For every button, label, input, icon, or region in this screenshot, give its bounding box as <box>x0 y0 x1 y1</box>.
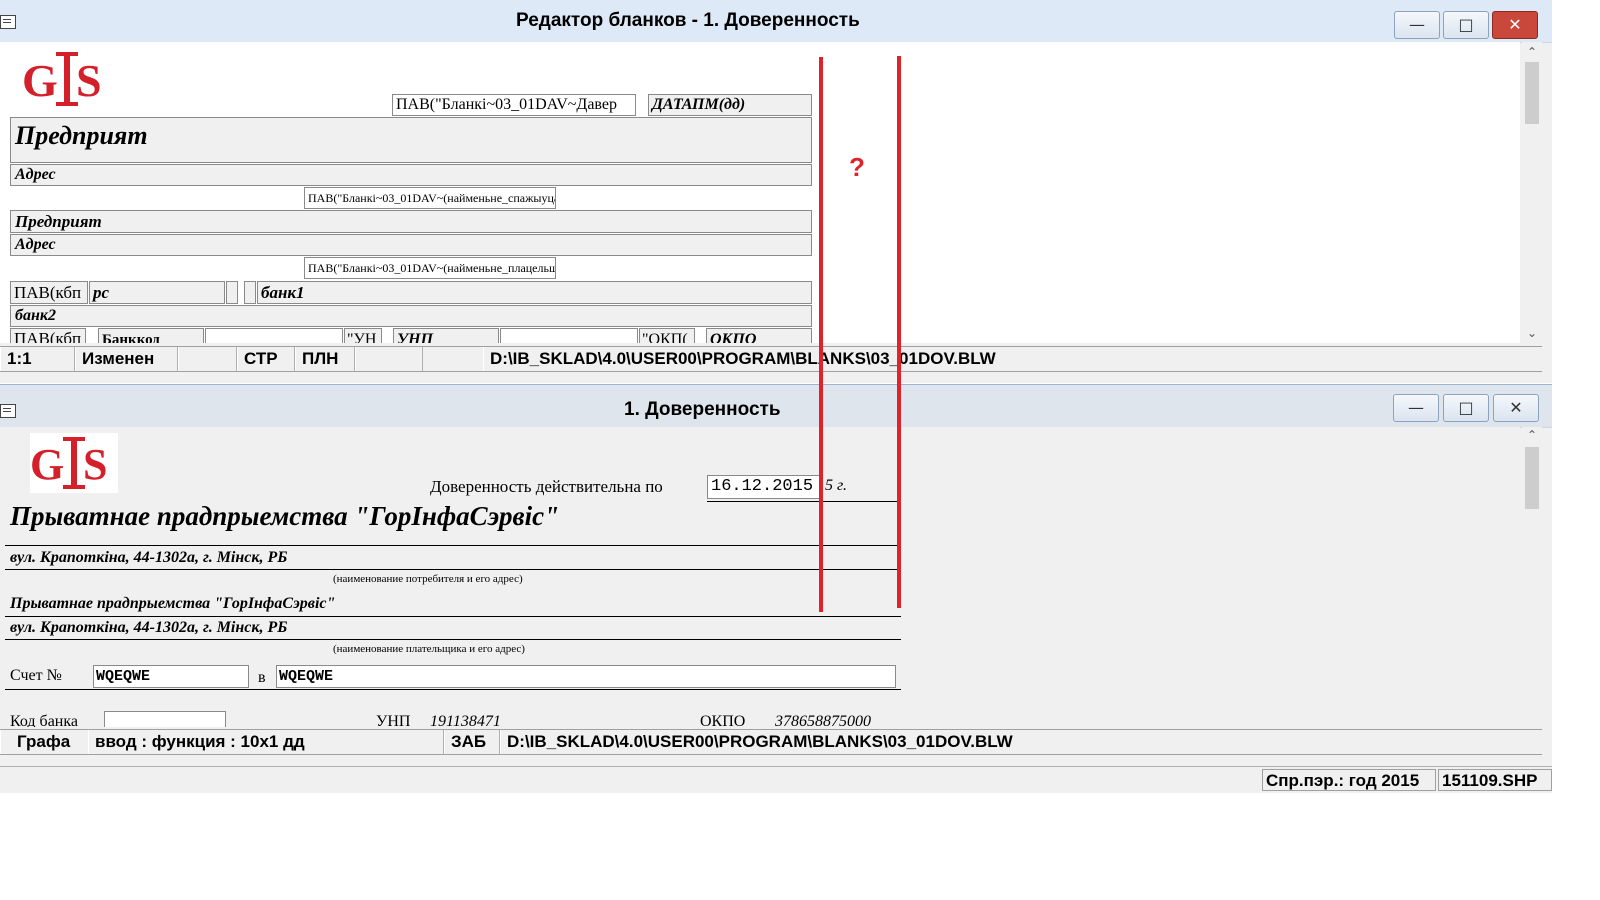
status-file: 151109.SHP <box>1438 769 1552 791</box>
gis-logo-graphic-2: G S <box>30 437 107 489</box>
status-path: D:\IB_SKLAD\4.0\USER00\PROGRAM\BLANKS\03… <box>483 347 1542 371</box>
field-okpo-q[interactable]: "ОКП( <box>639 328 695 343</box>
gis-logo-2: G S <box>30 433 118 493</box>
date-suffix: 5 г. <box>825 477 848 494</box>
in-label: в <box>258 669 266 686</box>
bank-code-label: Код банка <box>10 713 78 727</box>
preview-statusbar: Графа ввод : функция : 10х1 дд ЗАБ D:\IB… <box>0 729 1542 755</box>
bank-code-input[interactable] <box>104 711 226 727</box>
editor-vertical-scrollbar[interactable]: ⌃ ⌄ <box>1522 42 1542 343</box>
status-period: Спр.пэр.: год 2015 <box>1262 769 1436 791</box>
field-bankkod[interactable]: Банккод <box>98 328 204 343</box>
editor-titlebar[interactable]: Редактор бланков - 1. Доверенность — □ ✕ <box>0 0 1552 43</box>
field-unp-q[interactable]: "УН <box>344 328 382 343</box>
date-underline <box>707 501 897 502</box>
gis-logo-graphic: G S <box>22 52 102 106</box>
svg-text:S: S <box>83 440 107 489</box>
valid-until-label: Доверенность действительна по <box>430 477 663 496</box>
field-pav-kbp[interactable]: ПАВ(кбп <box>10 281 88 304</box>
payer-underline <box>5 616 901 617</box>
annotation-question-mark: ? <box>849 152 865 182</box>
company-underline <box>5 545 897 546</box>
svg-text:S: S <box>76 55 102 106</box>
window-menu-icon-2[interactable] <box>0 404 16 418</box>
field-okpo[interactable]: ОКПО <box>706 328 812 343</box>
valid-date-input[interactable]: 16.12.2015 <box>707 475 821 499</box>
annotation-red-line-right <box>897 56 901 608</box>
scroll-thumb-2[interactable] <box>1525 447 1539 509</box>
payer-address: вул. Крапоткіна, 44-1302а, г. Мінск, РБ <box>10 619 288 636</box>
field-adres-1[interactable]: Адрес <box>10 164 812 186</box>
account-input[interactable]: WQEQWE <box>93 665 249 688</box>
editor-window: Редактор бланков - 1. Доверенность — □ ✕… <box>0 0 1552 383</box>
editor-canvas[interactable]: G S ПАВ("Бланкі~03_01DAV~Давер ДАТАПМ(дд… <box>0 42 1520 343</box>
editor-title: Редактор бланков - 1. Доверенность <box>516 10 860 31</box>
window-menu-icon[interactable] <box>0 15 16 29</box>
gis-logo: G S <box>22 48 112 108</box>
status-position: 1:1 <box>0 347 75 371</box>
app-statusbar: Спр.пэр.: год 2015 151109.SHP <box>0 766 1552 793</box>
field-datapm[interactable]: ДАТАПМ(дд) <box>648 94 812 116</box>
preview-titlebar[interactable]: 1. Доверенность — □ ✕ <box>0 385 1552 428</box>
status-str: СТР <box>237 347 295 371</box>
status-graph: Графа <box>0 730 90 754</box>
company-address: вул. Крапоткіна, 44-1302а, г. Мінск, РБ <box>10 549 288 566</box>
field-predpriyat-2[interactable]: Предприят <box>10 210 812 233</box>
svg-text:G: G <box>22 55 58 106</box>
preview-window: 1. Доверенность — □ ✕ G S Доверенность д… <box>0 384 1552 767</box>
unp-value: 191138471 <box>430 713 501 727</box>
status-input-mode: ввод : функция : 10х1 дд <box>88 730 444 754</box>
okpo-value: 378658875000 <box>775 713 871 727</box>
status-empty-1 <box>178 347 237 371</box>
scroll-down-icon[interactable]: ⌄ <box>1522 325 1542 341</box>
scroll-up-icon[interactable]: ⌃ <box>1522 44 1542 60</box>
unp-label: УНП <box>376 713 411 727</box>
status-pln: ПЛН <box>295 347 355 371</box>
close-icon-2[interactable]: ✕ <box>1493 394 1539 422</box>
field-pav-name-recv[interactable]: ПАВ("Бланкі~03_01DAV~(найменьне_спажыуца… <box>304 187 556 209</box>
field-pav-blank[interactable]: ПАВ("Бланкі~03_01DAV~Давер <box>392 94 636 116</box>
field-bank2[interactable]: банк2 <box>10 305 812 327</box>
maximize-icon-2[interactable]: □ <box>1443 394 1489 422</box>
field-blank-a[interactable] <box>205 328 343 343</box>
status-zab: ЗАБ <box>444 730 500 754</box>
preview-canvas: G S Доверенность действительна по 16.12.… <box>0 427 1520 727</box>
field-predpriyat-big[interactable]: Предприят <box>10 117 812 163</box>
preview-title: 1. Доверенность <box>624 399 781 420</box>
account-underline <box>5 689 901 690</box>
address-underline <box>5 569 897 570</box>
field-adres-2[interactable]: Адрес <box>10 234 812 256</box>
scroll-up-icon-2[interactable]: ⌃ <box>1522 427 1542 443</box>
account-label: Счет № <box>10 667 62 684</box>
field-pav-kbp-2[interactable]: ПАВ(кбп <box>10 328 86 343</box>
payer-caption: (наименование плательщика и его адрес) <box>333 643 525 655</box>
svg-text:G: G <box>30 440 64 489</box>
status-empty-2 <box>355 347 423 371</box>
field-blank-b[interactable] <box>500 328 638 343</box>
field-pav-name-payer[interactable]: ПАВ("Бланкі~03_01DAV~(найменьне_плацельш… <box>304 257 556 279</box>
payer-company: Прыватнае прадпрыемства "ГорІнфаСэрвіс" <box>10 595 336 612</box>
field-rs[interactable]: рс <box>89 281 225 304</box>
consumer-caption: (наименование потребителя и его адрес) <box>333 573 523 585</box>
annotation-red-line-left <box>819 57 823 612</box>
status-modified: Изменен <box>75 347 178 371</box>
minimize-icon-2[interactable]: — <box>1393 394 1439 422</box>
status-path-2: D:\IB_SKLAD\4.0\USER00\PROGRAM\BLANKS\03… <box>500 730 1540 754</box>
field-small-2[interactable] <box>244 281 256 304</box>
maximize-icon[interactable]: □ <box>1443 11 1489 39</box>
field-unp[interactable]: УНП <box>393 328 499 343</box>
field-bank1[interactable]: банк1 <box>257 281 812 304</box>
close-icon[interactable]: ✕ <box>1492 11 1538 39</box>
okpo-label: ОКПО <box>700 713 746 727</box>
scroll-thumb[interactable] <box>1525 62 1539 124</box>
payer-address-underline <box>5 639 901 640</box>
company-name: Прыватнае прадпрыемства "ГорІнфаСэрвіс" <box>10 501 560 531</box>
bank-input[interactable]: WQEQWE <box>276 665 896 688</box>
editor-statusbar: 1:1 Изменен СТР ПЛН D:\IB_SKLAD\4.0\USER… <box>0 346 1542 372</box>
field-small-1[interactable] <box>226 281 238 304</box>
minimize-icon[interactable]: — <box>1394 11 1440 39</box>
preview-vertical-scrollbar[interactable]: ⌃ <box>1522 427 1542 727</box>
